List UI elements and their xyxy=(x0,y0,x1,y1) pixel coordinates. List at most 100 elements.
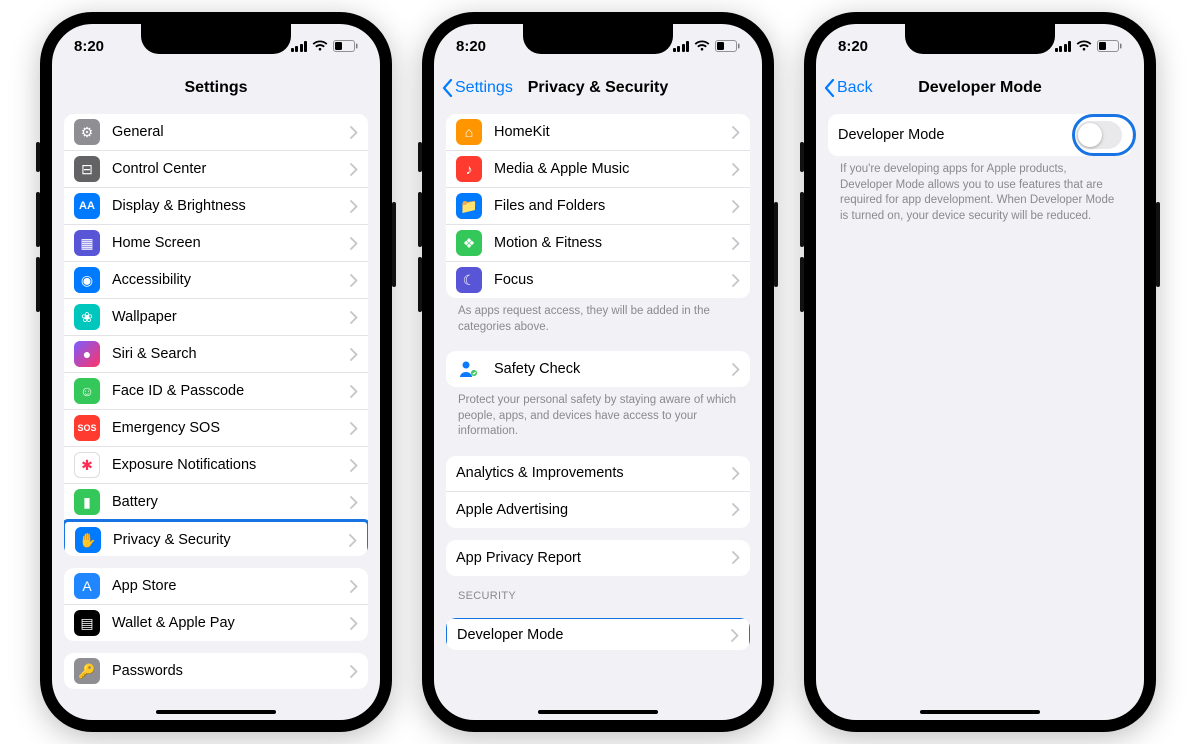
faceid-icon: ☺ xyxy=(74,378,100,404)
row-label: Battery xyxy=(112,494,350,510)
home-screen-icon: ▦ xyxy=(74,230,100,256)
row-app-store[interactable]: A App Store xyxy=(64,568,368,605)
home-indicator[interactable] xyxy=(920,710,1040,714)
row-label: Motion & Fitness xyxy=(494,235,732,251)
row-passwords[interactable]: 🔑 Passwords xyxy=(64,653,368,689)
developer-mode-toggle[interactable] xyxy=(1076,121,1122,149)
chevron-right-icon xyxy=(350,665,358,678)
row-label: Control Center xyxy=(112,161,350,177)
wifi-icon xyxy=(312,40,328,52)
motion-icon: ❖ xyxy=(456,230,482,256)
row-wallpaper[interactable]: ❀ Wallpaper xyxy=(64,299,368,336)
chevron-right-icon xyxy=(350,580,358,593)
row-face-id-passcode[interactable]: ☺ Face ID & Passcode xyxy=(64,373,368,410)
notch xyxy=(905,24,1055,54)
chevron-right-icon xyxy=(732,237,740,250)
row-label: Exposure Notifications xyxy=(112,457,350,473)
chevron-right-icon xyxy=(350,163,358,176)
row-label: Accessibility xyxy=(112,272,350,288)
battery-icon xyxy=(715,40,740,52)
appstore-icon: A xyxy=(74,573,100,599)
row-motion-fitness[interactable]: ❖ Motion & Fitness xyxy=(446,225,750,262)
home-indicator[interactable] xyxy=(156,710,276,714)
row-label: HomeKit xyxy=(494,124,732,140)
phone-frame-1: 8:20 Settings ⚙︎ General ⊟ Control Cente… xyxy=(40,12,392,732)
row-label: Face ID & Passcode xyxy=(112,383,350,399)
chevron-right-icon xyxy=(350,459,358,472)
privacy-list[interactable]: ⌂ HomeKit ♪ Media & Apple Music 📁 Files … xyxy=(434,108,762,720)
page-title: Privacy & Security xyxy=(528,79,669,97)
wifi-icon xyxy=(1076,40,1092,52)
gear-icon: ⚙︎ xyxy=(74,119,100,145)
chevron-right-icon xyxy=(732,551,740,564)
developer-mode-label: Developer Mode xyxy=(838,127,1076,143)
homekit-icon: ⌂ xyxy=(456,119,482,145)
wallet-icon: ▤ xyxy=(74,610,100,636)
page-title: Settings xyxy=(184,79,247,97)
chevron-right-icon xyxy=(732,363,740,376)
chevron-right-icon xyxy=(350,617,358,630)
section-security: SECURITY xyxy=(446,576,750,606)
row-home-screen[interactable]: ▦ Home Screen xyxy=(64,225,368,262)
signal-icon xyxy=(291,41,308,52)
signal-icon xyxy=(673,41,690,52)
developer-mode-content: Developer Mode If you're developing apps… xyxy=(816,108,1144,720)
row-focus[interactable]: ☾ Focus xyxy=(446,262,750,298)
row-label: Wallpaper xyxy=(112,309,350,325)
row-label: Home Screen xyxy=(112,235,350,251)
back-label: Back xyxy=(837,79,873,97)
home-indicator[interactable] xyxy=(538,710,658,714)
status-time: 8:20 xyxy=(456,38,486,55)
row-safety-check[interactable]: Safety Check xyxy=(446,351,750,387)
row-developer-mode[interactable]: Developer Mode xyxy=(446,618,750,650)
row-label: App Store xyxy=(112,578,350,594)
chevron-right-icon xyxy=(732,126,740,139)
settings-list[interactable]: ⚙︎ General ⊟ Control Center AA Display &… xyxy=(52,108,380,720)
row-label: Emergency SOS xyxy=(112,420,350,436)
back-button[interactable]: Back xyxy=(824,79,873,97)
control-center-icon: ⊟ xyxy=(74,156,100,182)
row-apple-advertising[interactable]: Apple Advertising xyxy=(446,492,750,528)
row-accessibility[interactable]: ◉ Accessibility xyxy=(64,262,368,299)
music-icon: ♪ xyxy=(456,156,482,182)
row-exposure-notifications[interactable]: ✱ Exposure Notifications xyxy=(64,447,368,484)
row-general[interactable]: ⚙︎ General xyxy=(64,114,368,151)
row-label: Wallet & Apple Pay xyxy=(112,615,350,631)
back-label: Settings xyxy=(455,79,513,97)
row-battery[interactable]: ▮ Battery xyxy=(64,484,368,521)
row-control-center[interactable]: ⊟ Control Center xyxy=(64,151,368,188)
row-display-brightness[interactable]: AA Display & Brightness xyxy=(64,188,368,225)
row-siri-search[interactable]: ● Siri & Search xyxy=(64,336,368,373)
chevron-right-icon xyxy=(350,311,358,324)
chevron-right-icon xyxy=(350,126,358,139)
row-emergency-sos[interactable]: SOS Emergency SOS xyxy=(64,410,368,447)
row-label: General xyxy=(112,124,350,140)
chevron-right-icon xyxy=(731,629,739,642)
phone-frame-2: 8:20 Settings Privacy & Security ⌂ HomeK… xyxy=(422,12,774,732)
wifi-icon xyxy=(694,40,710,52)
row-app-privacy-report[interactable]: App Privacy Report xyxy=(446,540,750,576)
display-icon: AA xyxy=(74,193,100,219)
row-homekit[interactable]: ⌂ HomeKit xyxy=(446,114,750,151)
chevron-right-icon xyxy=(350,274,358,287)
sos-icon: SOS xyxy=(74,415,100,441)
battery-icon xyxy=(333,40,358,52)
row-label: Passwords xyxy=(112,663,350,679)
privacy-icon: ✋ xyxy=(75,527,101,553)
back-button[interactable]: Settings xyxy=(442,79,513,97)
nav-bar: Settings xyxy=(52,68,380,108)
exposure-icon: ✱ xyxy=(74,452,100,478)
nav-bar: Settings Privacy & Security xyxy=(434,68,762,108)
row-label: Developer Mode xyxy=(457,627,731,643)
chevron-right-icon xyxy=(732,200,740,213)
notch xyxy=(523,24,673,54)
chevron-right-icon xyxy=(732,467,740,480)
row-privacy-security[interactable]: ✋ Privacy & Security xyxy=(64,519,368,556)
row-wallet-apple-pay[interactable]: ▤ Wallet & Apple Pay xyxy=(64,605,368,641)
status-time: 8:20 xyxy=(838,38,868,55)
notch xyxy=(141,24,291,54)
row-media-apple-music[interactable]: ♪ Media & Apple Music xyxy=(446,151,750,188)
row-analytics-improvements[interactable]: Analytics & Improvements xyxy=(446,456,750,492)
battery-icon: ▮ xyxy=(74,489,100,515)
row-files-and-folders[interactable]: 📁 Files and Folders xyxy=(446,188,750,225)
